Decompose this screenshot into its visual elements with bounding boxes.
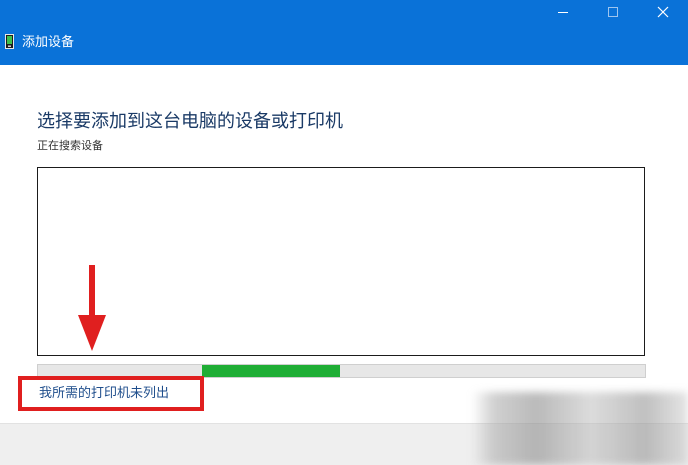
add-device-window: 添加设备 选择要添加到这台电脑的设备或打印机 正在搜索设备 我所需的打印机未列出	[0, 0, 688, 465]
maximize-icon	[608, 7, 618, 17]
device-list[interactable]	[37, 167, 645, 356]
close-button[interactable]	[640, 0, 686, 24]
printer-not-listed-link[interactable]: 我所需的打印机未列出	[39, 385, 169, 403]
minimize-icon	[558, 12, 568, 13]
close-icon	[657, 6, 669, 18]
maximize-button[interactable]	[590, 0, 636, 24]
page-heading: 选择要添加到这台电脑的设备或打印机	[37, 111, 343, 132]
title-bar[interactable]: 添加设备	[0, 0, 688, 65]
blurred-region	[472, 392, 688, 465]
window-title: 添加设备	[22, 35, 75, 50]
arrow-down-icon	[78, 265, 106, 351]
search-status: 正在搜索设备	[37, 139, 103, 152]
device-icon	[5, 34, 14, 49]
progress-fill	[202, 365, 340, 377]
minimize-button[interactable]	[540, 0, 586, 24]
